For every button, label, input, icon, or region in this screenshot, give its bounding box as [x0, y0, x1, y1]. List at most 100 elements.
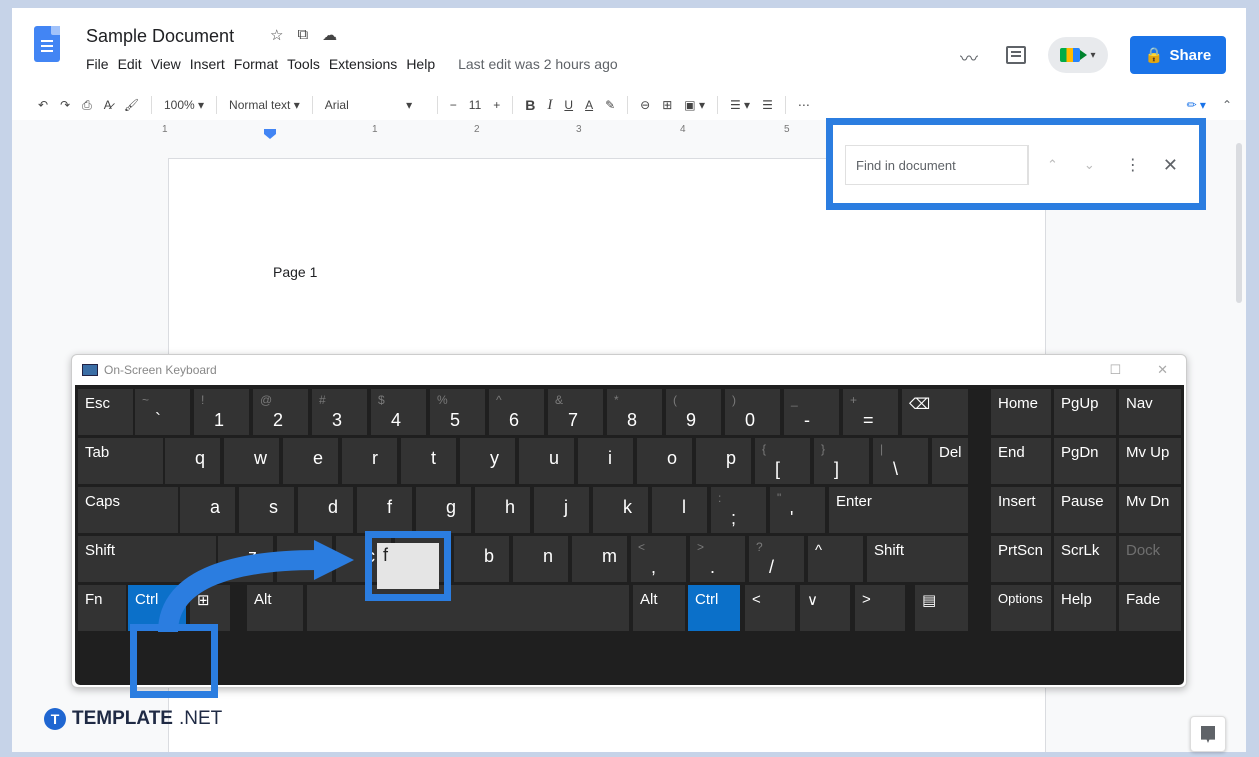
close-icon[interactable]: ✕: [1157, 362, 1168, 378]
key-symbol[interactable]: {[: [755, 438, 810, 484]
bold-button[interactable]: B: [525, 97, 535, 113]
key-symbol[interactable]: ▤: [915, 585, 968, 631]
key-symbol[interactable]: <,: [631, 536, 686, 582]
key-n[interactable]: n: [513, 536, 568, 582]
menu-file[interactable]: File: [86, 56, 109, 72]
key-h[interactable]: h: [475, 487, 530, 533]
key-symbol[interactable]: | \: [873, 438, 928, 484]
key-l[interactable]: l: [652, 487, 707, 533]
key-g[interactable]: g: [416, 487, 471, 533]
menu-edit[interactable]: Edit: [118, 56, 142, 72]
edit-mode-icon[interactable]: ✏ ▾: [1187, 98, 1206, 112]
key-symbol[interactable]: ~ `: [135, 389, 190, 435]
menu-format[interactable]: Format: [234, 56, 278, 72]
key-prtscn[interactable]: PrtScn: [991, 536, 1051, 582]
move-icon[interactable]: ⧉: [297, 26, 308, 44]
key-1[interactable]: ! 1: [194, 389, 249, 435]
menu-view[interactable]: View: [151, 56, 181, 72]
key-symbol[interactable]: ? /: [749, 536, 804, 582]
key-scrlk[interactable]: ScrLk: [1054, 536, 1116, 582]
key-pgup[interactable]: PgUp: [1054, 389, 1116, 435]
spellcheck-icon[interactable]: A̷: [104, 98, 112, 112]
menu-insert[interactable]: Insert: [190, 56, 225, 72]
key-3[interactable]: #3: [312, 389, 367, 435]
find-options-icon[interactable]: ⋮: [1125, 155, 1141, 175]
key-fn[interactable]: Fn: [78, 585, 126, 631]
redo-icon[interactable]: ↷: [60, 98, 70, 112]
key-symbol[interactable]: ∨: [800, 585, 850, 631]
key-b[interactable]: b: [454, 536, 509, 582]
highlight-icon[interactable]: ✎: [605, 98, 615, 112]
key-j[interactable]: j: [534, 487, 589, 533]
key-m[interactable]: m: [572, 536, 627, 582]
key-symbol[interactable]: ^: [808, 536, 863, 582]
key-9[interactable]: (9: [666, 389, 721, 435]
key-5[interactable]: % 5: [430, 389, 485, 435]
key-insert[interactable]: Insert: [991, 487, 1051, 533]
explore-icon[interactable]: [1190, 716, 1226, 752]
previous-match-icon[interactable]: ⌃: [1047, 157, 1058, 173]
key-t[interactable]: t: [401, 438, 456, 484]
key-7[interactable]: & 7: [548, 389, 603, 435]
key-a[interactable]: a: [180, 487, 235, 533]
key-y[interactable]: y: [460, 438, 515, 484]
comment-add-icon[interactable]: ⊞: [662, 98, 672, 112]
menu-extensions[interactable]: Extensions: [329, 56, 397, 72]
key-nav[interactable]: Nav: [1119, 389, 1181, 435]
comments-icon[interactable]: [1006, 46, 1026, 64]
key-mv-up[interactable]: Mv Up: [1119, 438, 1181, 484]
key-o[interactable]: o: [637, 438, 692, 484]
key-dock[interactable]: Dock: [1119, 536, 1181, 582]
key-d[interactable]: d: [298, 487, 353, 533]
paint-format-icon[interactable]: 🖌: [124, 98, 139, 112]
last-edit-status[interactable]: Last edit was 2 hours ago: [458, 56, 618, 72]
align-icon[interactable]: ☰ ▾: [730, 98, 750, 112]
next-match-icon[interactable]: ⌄: [1084, 157, 1095, 173]
key-fade[interactable]: Fade: [1119, 585, 1181, 631]
collapse-icon[interactable]: ⌃: [1222, 98, 1232, 112]
key-symbol[interactable]: _ -: [784, 389, 839, 435]
key-s[interactable]: s: [239, 487, 294, 533]
share-button[interactable]: 🔒 Share: [1130, 36, 1226, 74]
key-symbol[interactable]: >: [855, 585, 905, 631]
zoom-select[interactable]: 100% ▾: [164, 98, 204, 112]
meet-button[interactable]: ▾: [1048, 37, 1108, 73]
key-home[interactable]: Home: [991, 389, 1051, 435]
menu-help[interactable]: Help: [406, 56, 435, 72]
key-caps[interactable]: Caps: [78, 487, 178, 533]
key-enter[interactable]: Enter: [829, 487, 968, 533]
key-w[interactable]: w: [224, 438, 279, 484]
key-ctrl[interactable]: Ctrl: [688, 585, 740, 631]
key-6[interactable]: ^ 6: [489, 389, 544, 435]
key-options[interactable]: Options: [991, 585, 1051, 631]
decrease-font-icon[interactable]: −: [450, 98, 457, 112]
key-symbol[interactable]: + =: [843, 389, 898, 435]
key-p[interactable]: p: [696, 438, 751, 484]
key-tab[interactable]: Tab: [78, 438, 163, 484]
close-icon[interactable]: ✕: [1163, 155, 1178, 176]
more-options-icon[interactable]: ⋯: [798, 98, 810, 112]
key-symbol[interactable]: " ': [770, 487, 825, 533]
style-select[interactable]: Normal text ▾: [229, 98, 300, 112]
activity-trend-icon[interactable]: 〰: [960, 45, 984, 69]
key-k[interactable]: k: [593, 487, 648, 533]
key-8[interactable]: * 8: [607, 389, 662, 435]
print-icon[interactable]: ⎙: [82, 98, 92, 113]
document-title[interactable]: Sample Document: [86, 26, 234, 47]
page-text[interactable]: Page 1: [273, 264, 317, 280]
key-end[interactable]: End: [991, 438, 1051, 484]
key-f[interactable]: f: [357, 487, 412, 533]
key-pause[interactable]: Pause: [1054, 487, 1116, 533]
key-esc[interactable]: Esc: [78, 389, 133, 435]
key-symbol[interactable]: ⌫: [902, 389, 968, 435]
key-alt[interactable]: Alt: [633, 585, 685, 631]
key-mv-dn[interactable]: Mv Dn: [1119, 487, 1181, 533]
key-2[interactable]: @2: [253, 389, 308, 435]
key-4[interactable]: $4: [371, 389, 426, 435]
key-q[interactable]: q: [165, 438, 220, 484]
key-symbol[interactable]: <: [745, 585, 795, 631]
key-symbol[interactable]: }]: [814, 438, 869, 484]
key-e[interactable]: e: [283, 438, 338, 484]
key-del[interactable]: Del: [932, 438, 968, 484]
key-r[interactable]: r: [342, 438, 397, 484]
